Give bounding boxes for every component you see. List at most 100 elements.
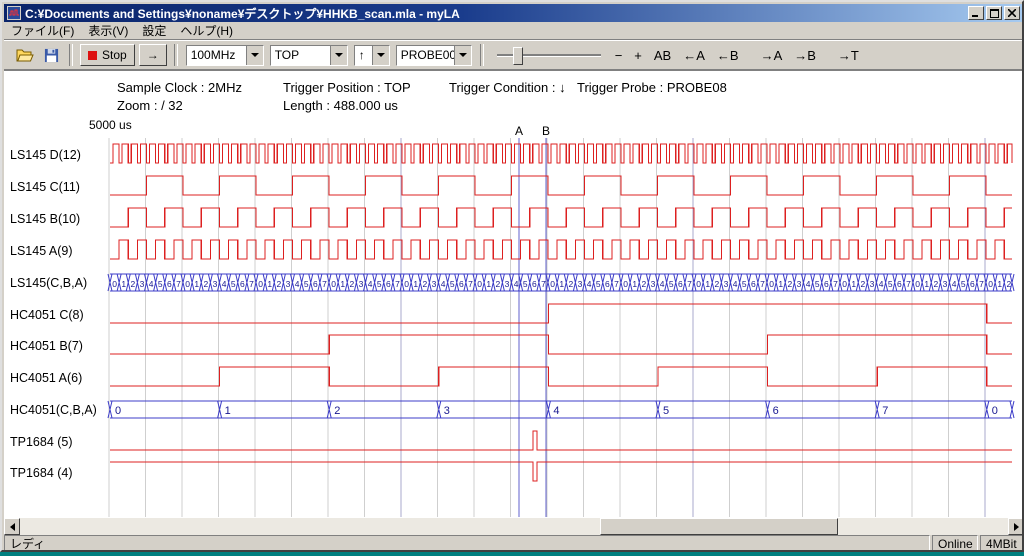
minimize-button[interactable] [968, 6, 984, 20]
chevron-down-icon [251, 53, 259, 61]
menu-view[interactable]: 表示(V) [81, 21, 135, 40]
channel-label: LS145 B(10) [10, 212, 80, 226]
goto-cursor-b-right-button[interactable]: →B [788, 44, 822, 66]
bus-value: 6 [824, 279, 829, 289]
minimize-icon [972, 9, 980, 17]
goto-trigger-button[interactable]: →T [832, 44, 865, 66]
bus-value: 3 [651, 279, 656, 289]
menu-help[interactable]: ヘルプ(H) [173, 21, 240, 40]
bus-value: 7 [979, 279, 984, 289]
bus-value: 0 [185, 279, 190, 289]
horizontal-scrollbar[interactable] [4, 518, 1024, 535]
trigger-edge-select[interactable]: ↑ [354, 45, 390, 66]
channel-label: LS145 A(9) [10, 244, 73, 258]
dropdown-button[interactable] [330, 46, 347, 65]
app-icon [7, 6, 21, 20]
goto-cursor-a-left-button[interactable]: ←A [677, 44, 711, 66]
bus-value: 5 [523, 279, 528, 289]
close-button[interactable] [1004, 6, 1020, 20]
dropdown-button[interactable] [454, 46, 471, 65]
channel-label: HC4051(C,B,A) [10, 403, 97, 417]
channel-label: TP1684 (4) [10, 466, 73, 480]
bus-value: 0 [915, 279, 920, 289]
bus-value: 6 [897, 279, 902, 289]
statusbar: レディ Online 4MBit [4, 535, 1024, 552]
bus-value: 1 [705, 279, 710, 289]
bus-value: 3 [444, 405, 450, 417]
bus-value: 1 [121, 279, 126, 289]
stop-button[interactable]: Stop [80, 44, 135, 66]
bus-value: 7 [687, 279, 692, 289]
run-button[interactable]: → [139, 44, 167, 66]
zoom-out-button[interactable]: − [609, 44, 629, 66]
bus-value: 3 [505, 279, 510, 289]
bus-value: 0 [769, 279, 774, 289]
zoom-in-button[interactable]: + [628, 44, 648, 66]
menu-settings[interactable]: 設定 [135, 21, 173, 40]
bus-value: 0 [404, 279, 409, 289]
bus-value: 3 [432, 279, 437, 289]
waveform-area: Sample Clock : 2MHz Trigger Position : T… [4, 70, 1024, 518]
bus-value: 4 [806, 279, 811, 289]
titlebar: C:¥Documents and Settings¥noname¥デスクトップ¥… [4, 4, 1022, 22]
bus-value: 7 [906, 279, 911, 289]
waveform-plot[interactable]: Sample Clock : 2MHz Trigger Position : T… [4, 71, 1024, 519]
chevron-down-icon [377, 53, 385, 61]
channel-label: LS145(C,B,A) [10, 276, 87, 290]
bus-value: 3 [797, 279, 802, 289]
goto-cursor-b-left-button[interactable]: ←B [711, 44, 745, 66]
bus-value: 2 [933, 279, 938, 289]
bus-value: 4 [660, 279, 665, 289]
floppy-disk-icon [44, 48, 59, 63]
waveform-bit [110, 176, 1012, 195]
probe-select[interactable]: PROBE00 [396, 45, 472, 66]
zoom-slider[interactable] [497, 44, 601, 66]
bus-value: 2 [787, 279, 792, 289]
bus-value: 1 [924, 279, 929, 289]
bus-value: 6 [167, 279, 172, 289]
bus-value: 2 [276, 279, 281, 289]
bus-value: 2 [714, 279, 719, 289]
bus-value: 5 [815, 279, 820, 289]
bus-value: 2 [495, 279, 500, 289]
bus-value: 5 [596, 279, 601, 289]
bus-value: 1 [559, 279, 564, 289]
scroll-right-button[interactable] [1008, 518, 1024, 535]
bus-value: 3 [213, 279, 218, 289]
ab-cursors-button[interactable]: AB [648, 44, 677, 66]
scrollbar-thumb[interactable] [600, 518, 838, 535]
bus-value: 6 [313, 279, 318, 289]
save-button[interactable] [38, 43, 64, 67]
stop-icon [88, 51, 97, 60]
bus-value: 2 [422, 279, 427, 289]
sample-clock-text: Sample Clock : 2MHz [117, 80, 242, 95]
probe-value: PROBE00 [397, 48, 454, 62]
bus-value: 6 [532, 279, 537, 289]
open-file-button[interactable] [12, 43, 38, 67]
bus-value: 2 [641, 279, 646, 289]
sample-rate-select[interactable]: 100MHz [186, 45, 264, 66]
bus-value: 5 [742, 279, 747, 289]
bus-value: 0 [550, 279, 555, 289]
bus-value: 1 [632, 279, 637, 289]
bus-crossings [108, 401, 1014, 418]
trigger-position-select[interactable]: TOP [270, 45, 348, 66]
bus-value: 6 [459, 279, 464, 289]
bus-value: 6 [605, 279, 610, 289]
maximize-button[interactable] [986, 6, 1002, 20]
menu-file[interactable]: ファイル(F) [4, 21, 81, 40]
bus-value: 5 [231, 279, 236, 289]
waveform-bit [110, 208, 1012, 227]
bus-value: 3 [943, 279, 948, 289]
zoom-slider-thumb[interactable] [513, 47, 523, 65]
menubar: ファイル(F) 表示(V) 設定 ヘルプ(H) [4, 22, 1022, 40]
bus-value: 0 [988, 279, 993, 289]
bus-value: 4 [295, 279, 300, 289]
goto-cursor-a-right-button[interactable]: →A [755, 44, 789, 66]
close-icon [1008, 9, 1016, 17]
bus-value: 7 [541, 279, 546, 289]
dropdown-button[interactable] [372, 46, 389, 65]
dropdown-button[interactable] [246, 46, 263, 65]
bus-value: 5 [377, 279, 382, 289]
scroll-left-button[interactable] [4, 518, 20, 535]
